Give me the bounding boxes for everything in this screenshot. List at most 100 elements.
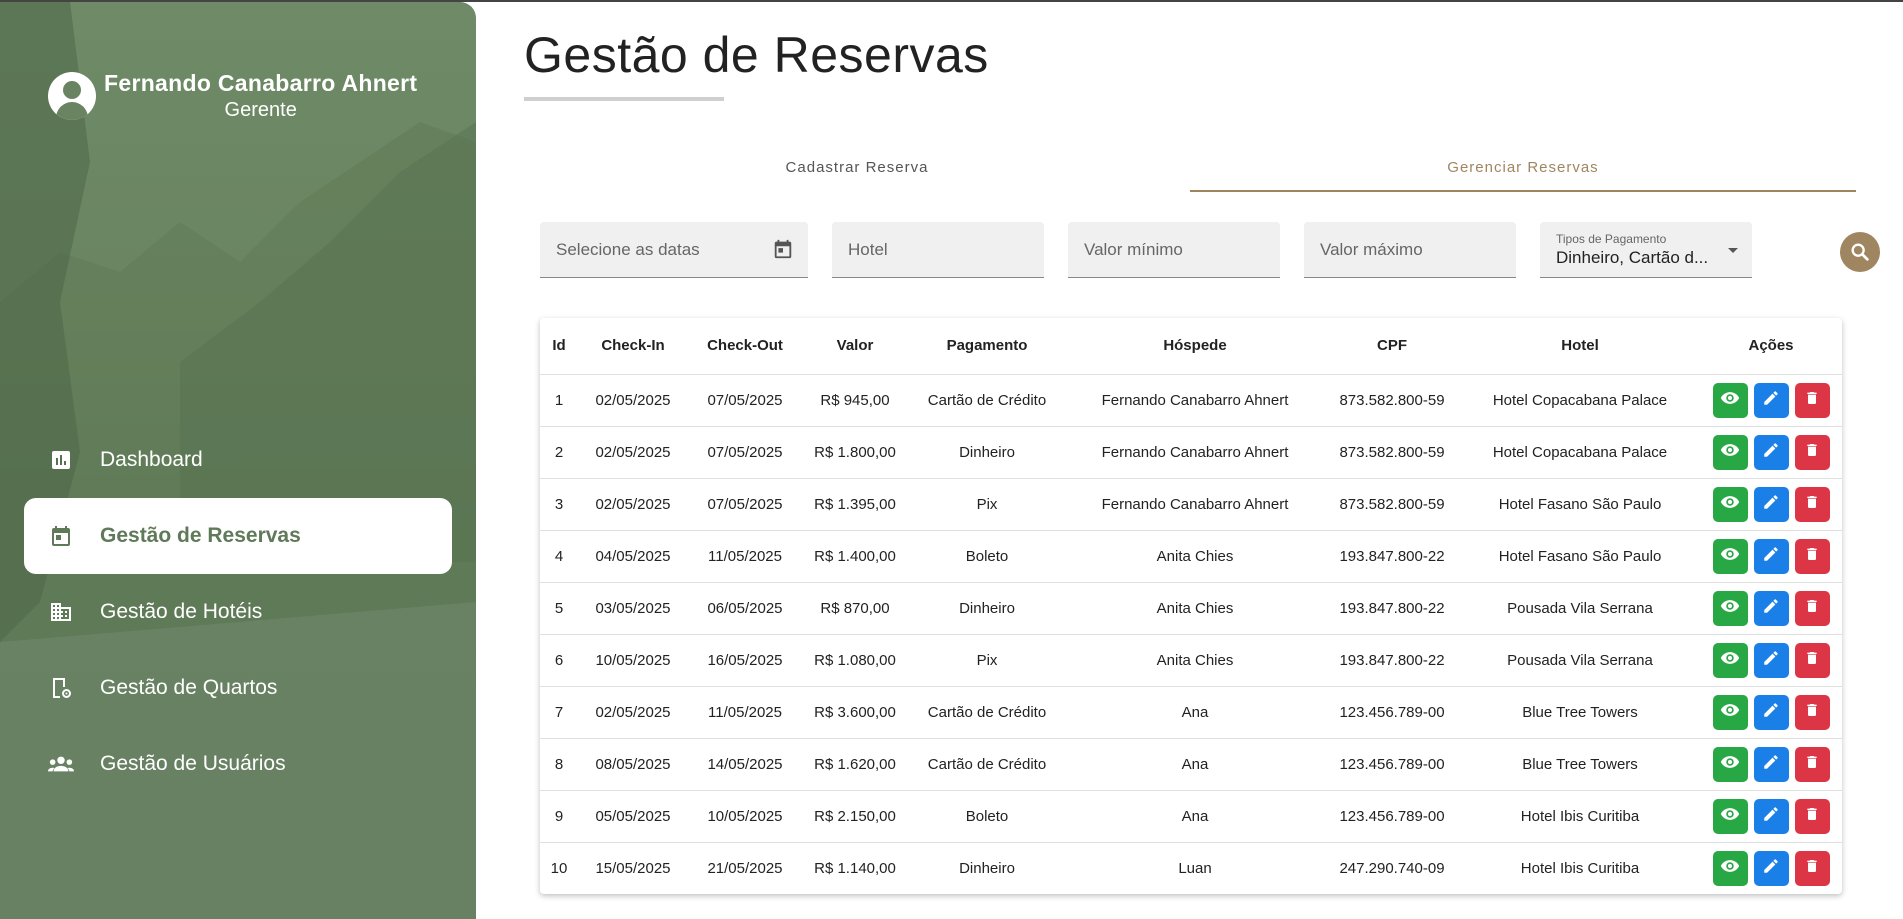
cell-check-in: 03/05/2025 (578, 582, 688, 635)
main-content: Gestão de Reservas Cadastrar Reserva Ger… (476, 2, 1903, 919)
delete-button[interactable] (1794, 382, 1830, 418)
user-role: Gerente (224, 99, 297, 121)
search-button[interactable] (1840, 232, 1880, 272)
edit-button[interactable] (1753, 850, 1789, 886)
cell-pagamento: Pix (908, 634, 1066, 687)
cell-pagamento: Boleto (908, 530, 1066, 583)
cell-id: 8 (540, 738, 578, 791)
edit-button[interactable] (1753, 382, 1789, 418)
calendar-icon (48, 523, 74, 549)
eye-icon (1720, 388, 1740, 412)
cell-cpf: 873.582.800-59 (1324, 478, 1460, 531)
pencil-icon (1762, 805, 1780, 827)
nav-item-gestao-reservas[interactable]: Gestão de Reservas (24, 498, 452, 574)
delete-button[interactable] (1794, 538, 1830, 574)
tab-gerenciar-reservas[interactable]: Gerenciar Reservas (1190, 142, 1856, 192)
trash-icon (1804, 493, 1820, 515)
cell-check-out: 10/05/2025 (688, 790, 802, 843)
cell-pagamento: Pix (908, 478, 1066, 531)
date-range-field[interactable]: Selecione as datas (540, 222, 808, 278)
cell-hotel: Hotel Copacabana Palace (1460, 374, 1700, 427)
delete-button[interactable] (1794, 486, 1830, 522)
trash-icon (1804, 805, 1820, 827)
nav-item-gestao-usuarios[interactable]: Gestão de Usuários (24, 726, 452, 802)
view-button[interactable] (1712, 642, 1748, 678)
delete-button[interactable] (1794, 434, 1830, 470)
delete-button[interactable] (1794, 694, 1830, 730)
row-actions (1700, 382, 1842, 418)
edit-button[interactable] (1753, 694, 1789, 730)
row-actions (1700, 798, 1842, 834)
eye-icon (1720, 648, 1740, 672)
view-button[interactable] (1712, 746, 1748, 782)
cell-hospede: Luan (1178, 859, 1212, 877)
view-button[interactable] (1712, 486, 1748, 522)
nav-item-dashboard[interactable]: Dashboard (24, 422, 452, 498)
delete-button[interactable] (1794, 746, 1830, 782)
min-value-field[interactable]: Valor mínimo (1068, 222, 1280, 278)
tab-cadastrar-reserva[interactable]: Cadastrar Reserva (524, 142, 1190, 192)
cell-hotel: Hotel Copacabana Palace (1460, 426, 1700, 479)
edit-button[interactable] (1753, 642, 1789, 678)
cell-check-in: 02/05/2025 (578, 686, 688, 739)
view-button[interactable] (1712, 382, 1748, 418)
trash-icon (1804, 389, 1820, 411)
edit-button[interactable] (1753, 486, 1789, 522)
cell-valor: R$ 945,00 (802, 374, 908, 427)
header-cpf: CPF (1324, 318, 1460, 375)
date-range-placeholder: Selecione as datas (556, 239, 700, 259)
row-actions (1700, 590, 1842, 626)
table-row: 7 02/05/2025 11/05/2025 R$ 3.600,00 Cartão d… (540, 686, 1842, 739)
table-body: 1 02/05/2025 07/05/2025 R$ 945,00 Cartão de … (540, 374, 1842, 894)
cell-hospede: Fernando Canabarro Ahnert (1066, 478, 1324, 531)
view-button[interactable] (1712, 538, 1748, 574)
cell-valor: R$ 1.140,00 (814, 859, 896, 877)
cell-cpf: 123.456.789-00 (1324, 790, 1460, 843)
table-row: 5 03/05/2025 06/05/2025 R$ 870,00 Dinheiro An… (540, 582, 1842, 635)
cell-valor: R$ 1.395,00 (802, 478, 908, 531)
cell-hospede: Anita Chies (1066, 634, 1324, 687)
nav-item-gestao-hoteis[interactable]: Gestão de Hotéis (24, 574, 452, 650)
user-avatar-icon (48, 72, 96, 120)
eye-icon (1720, 752, 1740, 776)
view-button[interactable] (1712, 590, 1748, 626)
cell-acoes (1700, 582, 1842, 635)
cell-id: 9 (540, 790, 578, 843)
calendar-icon[interactable] (772, 238, 794, 265)
edit-button[interactable] (1753, 590, 1789, 626)
max-value-field[interactable]: Valor máximo (1304, 222, 1516, 278)
header-acoes: Ações (1700, 318, 1842, 375)
pencil-icon (1762, 597, 1780, 619)
sidebar-nav: Dashboard Gestão de Reservas Gestão de H… (24, 422, 452, 802)
cell-cpf: 873.582.800-59 (1324, 426, 1460, 479)
row-actions (1700, 642, 1842, 678)
delete-button[interactable] (1794, 850, 1830, 886)
eye-icon (1720, 856, 1740, 880)
payment-type-value: Dinheiro, Cartão d... (1556, 247, 1709, 267)
edit-button[interactable] (1753, 538, 1789, 574)
cell-check-in: 15/05/2025 (595, 859, 671, 877)
chart-icon (48, 447, 74, 473)
delete-button[interactable] (1794, 642, 1830, 678)
hotel-field[interactable]: Hotel (832, 222, 1044, 278)
edit-button[interactable] (1753, 746, 1789, 782)
view-button[interactable] (1712, 434, 1748, 470)
user-profile: Fernando Canabarro Ahnert Gerente (48, 70, 417, 122)
view-button[interactable] (1712, 694, 1748, 730)
edit-button[interactable] (1753, 434, 1789, 470)
cell-acoes (1700, 374, 1842, 427)
view-button[interactable] (1712, 850, 1748, 886)
edit-button[interactable] (1753, 798, 1789, 834)
reservations-table-card: Id Check-In Check-Out Valor Pagamento Hó… (540, 318, 1842, 894)
table-row: 8 08/05/2025 14/05/2025 R$ 1.620,00 Cartão d… (540, 738, 1842, 791)
delete-button[interactable] (1794, 798, 1830, 834)
delete-button[interactable] (1794, 590, 1830, 626)
nav-item-gestao-quartos[interactable]: Gestão de Quartos (24, 650, 452, 726)
header-valor: Valor (802, 318, 908, 375)
payment-type-select[interactable]: Tipos de Pagamento Dinheiro, Cartão d... (1540, 222, 1752, 278)
hotel-placeholder: Hotel (848, 239, 888, 259)
view-button[interactable] (1712, 798, 1748, 834)
table-row: 2 02/05/2025 07/05/2025 R$ 1.800,00 Dinheiro… (540, 426, 1842, 479)
cell-id: 3 (540, 478, 578, 531)
row-actions (1700, 434, 1842, 470)
